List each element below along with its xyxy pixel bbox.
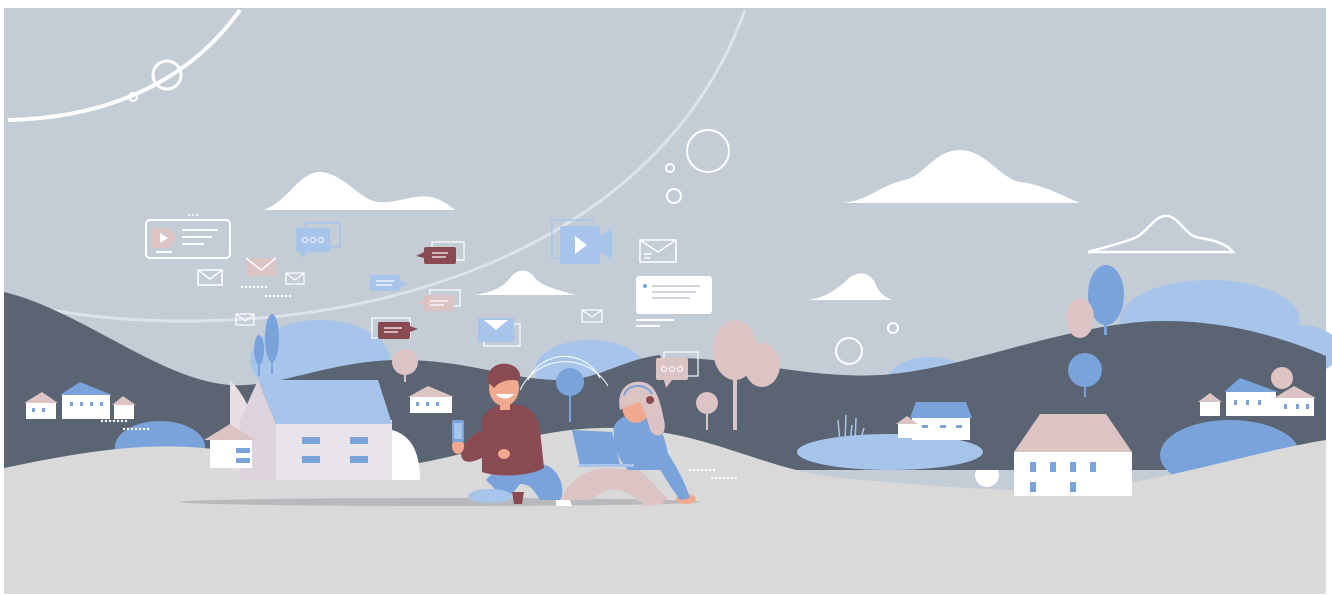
ground-shadow: [180, 498, 700, 506]
house-icon: [1014, 414, 1132, 496]
illustration-scene: [0, 0, 1332, 596]
envelope-icon: [478, 318, 521, 347]
smartphone-icon: [452, 420, 464, 442]
envelope-icon: [245, 257, 277, 276]
